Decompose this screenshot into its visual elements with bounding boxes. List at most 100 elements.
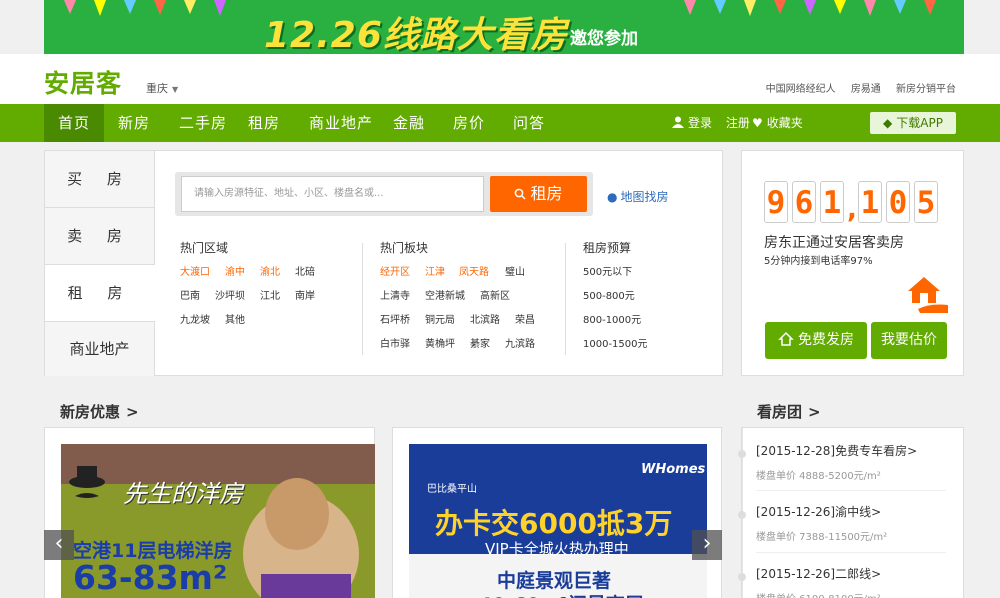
login-area: 登录 注册 <box>672 104 750 142</box>
house-hand-icon <box>908 277 948 313</box>
tour-price: 楼盘单价 7388-11500元/m² <box>756 532 888 543</box>
nav-item-rent[interactable]: 租房 <box>248 104 280 142</box>
estimate-button[interactable]: 我要估价 <box>871 322 947 359</box>
link-yubei[interactable]: 渝北 <box>260 263 280 278</box>
search-button-label: 租房 <box>530 184 563 203</box>
list-item[interactable]: [2015-12-28]免费专车看房> 楼盘单价 4888-5200元/m² <box>756 442 917 482</box>
site-logo[interactable]: 安居客 <box>44 64 122 100</box>
link-other[interactable]: 其他 <box>225 311 245 326</box>
link-jingkaiqu[interactable]: 经开区 <box>380 263 410 278</box>
ad-line4: 40-60m²阔景高层 <box>479 590 644 598</box>
link-baishiyi[interactable]: 白市驿 <box>380 335 410 350</box>
section-title-new-house[interactable]: 新房优惠 > <box>60 401 139 422</box>
android-icon: ◆ <box>883 116 893 130</box>
tour-list: [2015-12-28]免费专车看房> 楼盘单价 4888-5200元/m² [… <box>738 427 964 598</box>
link-banan[interactable]: 巴南 <box>180 287 200 302</box>
timeline-dot <box>738 450 746 458</box>
link-shapingba[interactable]: 沙坪坝 <box>215 287 245 302</box>
favorites-label: 收藏夹 <box>766 116 803 130</box>
house-icon <box>778 331 794 346</box>
login-link[interactable]: 登录 <box>688 116 712 130</box>
link-dadukou[interactable]: 大渡口 <box>180 263 210 278</box>
search-panel: 买 房 卖 房 租 房 商业地产 请输入房源特征、地址、小区、楼盘名或... 租… <box>44 150 723 376</box>
counter-digit: 9 <box>764 181 788 223</box>
new-house-card[interactable]: 先生的洋房 空港11层电梯洋房 63-83m² <box>44 427 375 598</box>
page: 12.26线路大看房 邀您参加 安居客 重庆 ▼ 中国网络经纪人 房易通 新房分销… <box>0 0 1000 598</box>
link-huangjueping[interactable]: 黄桷坪 <box>425 335 455 350</box>
register-link[interactable]: 注册 <box>726 116 750 130</box>
link-budget-500[interactable]: 500元以下 <box>583 263 632 278</box>
timeline-dot <box>738 511 746 519</box>
timeline-dot <box>738 573 746 581</box>
nav-item-second-hand[interactable]: 二手房 <box>179 104 227 142</box>
tab-commercial[interactable]: 商业地产 <box>45 322 155 376</box>
list-item[interactable]: [2015-12-26]渝中线> 楼盘单价 7388-11500元/m² <box>756 503 887 543</box>
chevron-down-icon: ▼ <box>172 85 179 94</box>
tour-title[interactable]: [2015-12-28]免费专车看房> <box>756 442 917 459</box>
chevron-left-icon: ‹ <box>54 531 64 556</box>
search-icon <box>515 188 527 200</box>
ad-image-whomes[interactable]: 巴比桑平山 WHomes 办卡交6000抵3万 VIP卡全城火热办理中 中庭景观… <box>409 444 707 598</box>
search-button[interactable]: 租房 <box>490 176 587 212</box>
nav-item-finance[interactable]: 金融 <box>393 104 425 142</box>
search-input[interactable]: 请输入房源特征、地址、小区、楼盘名或... <box>181 176 484 212</box>
city-selector[interactable]: 重庆 ▼ <box>146 80 178 96</box>
link-shangqingsi[interactable]: 上清寺 <box>380 287 410 302</box>
link-tongyuanju[interactable]: 铜元局 <box>425 311 455 326</box>
nav-item-price[interactable]: 房价 <box>453 104 485 142</box>
tour-title[interactable]: [2015-12-26]二郎线> <box>756 565 881 582</box>
link-rongchang[interactable]: 荣昌 <box>515 311 535 326</box>
section-title-new-house-label: 新房优惠 <box>60 403 121 421</box>
link-bishan[interactable]: 璧山 <box>505 263 525 278</box>
link-fengtianlu[interactable]: 凤天路 <box>459 263 489 278</box>
free-listing-button[interactable]: 免费发房 <box>765 322 867 359</box>
new-house-card[interactable]: 巴比桑平山 WHomes 办卡交6000抵3万 VIP卡全城火热办理中 中庭景观… <box>392 427 722 598</box>
chevron-right-icon: > <box>808 403 821 421</box>
seller-card: 9 6 1 , 1 0 5 房东正通过安居客卖房 5分钟内接到电话率97% 免费… <box>741 150 964 376</box>
link-beibinlu[interactable]: 北滨路 <box>470 311 500 326</box>
search-box: 请输入房源特征、地址、小区、楼盘名或... 租房 <box>175 172 593 216</box>
top-link-fangyitong[interactable]: 房易通 <box>851 84 881 95</box>
slider-prev-button[interactable]: ‹ <box>44 530 74 560</box>
link-jiangjin[interactable]: 江津 <box>425 263 445 278</box>
link-gaoxinqu[interactable]: 高新区 <box>480 287 510 302</box>
tab-rent[interactable]: 租 房 <box>45 265 155 322</box>
link-jiubinlu[interactable]: 九滨路 <box>505 335 535 350</box>
tour-price: 楼盘单价 4888-5200元/m² <box>756 471 881 482</box>
link-beibei[interactable]: 北碚 <box>295 263 315 278</box>
top-link-broker[interactable]: 中国网络经纪人 <box>766 84 836 95</box>
col-title-blocks: 热门板块 <box>380 241 429 255</box>
tab-buy[interactable]: 买 房 <box>45 151 155 208</box>
nav-item-commercial[interactable]: 商业地产 <box>309 104 373 142</box>
top-link-distribution[interactable]: 新房分销平台 <box>896 84 956 95</box>
map-search-link[interactable]: ● 地图找房 <box>607 188 669 205</box>
promo-banner[interactable]: 12.26线路大看房 邀您参加 <box>44 0 964 54</box>
tab-sell[interactable]: 卖 房 <box>45 208 155 265</box>
link-konggang[interactable]: 空港新城 <box>425 287 465 302</box>
top-links: 中国网络经纪人 房易通 新房分销平台 <box>754 80 956 95</box>
link-jiulongpo[interactable]: 九龙坡 <box>180 311 210 326</box>
link-yuzhong[interactable]: 渝中 <box>225 263 245 278</box>
link-nanan[interactable]: 南岸 <box>295 287 315 302</box>
free-listing-label: 免费发房 <box>798 332 854 348</box>
nav-item-home[interactable]: 首页 <box>44 104 104 142</box>
counter-digit: 0 <box>886 181 910 223</box>
link-budget-500-800[interactable]: 500-800元 <box>583 287 635 302</box>
nav-item-new-house[interactable]: 新房 <box>118 104 150 142</box>
link-budget-1000-1500[interactable]: 1000-1500元 <box>583 335 648 350</box>
link-qijia[interactable]: 綦家 <box>470 335 490 350</box>
ad-subline: VIP卡全城火热办理中 <box>485 540 629 558</box>
list-item[interactable]: [2015-12-26]二郎线> 楼盘单价 6100-8100元/m² <box>756 565 881 598</box>
chevron-right-icon: › <box>702 531 712 556</box>
nav-item-qa[interactable]: 问答 <box>513 104 545 142</box>
favorites-area[interactable]: ♥ 收藏夹 <box>752 104 803 142</box>
tour-title[interactable]: [2015-12-26]渝中线> <box>756 503 887 520</box>
ad-image-yangfang[interactable]: 先生的洋房 空港11层电梯洋房 63-83m² <box>61 444 375 598</box>
link-jiangbei[interactable]: 江北 <box>260 287 280 302</box>
link-budget-800-1000[interactable]: 800-1000元 <box>583 311 641 326</box>
section-title-tour[interactable]: 看房团 > <box>757 401 821 422</box>
slider-next-button[interactable]: › <box>692 530 722 560</box>
heart-icon: ♥ <box>752 116 763 130</box>
download-app-button[interactable]: ◆ 下载APP <box>870 112 956 134</box>
link-shipingqiao[interactable]: 石坪桥 <box>380 311 410 326</box>
